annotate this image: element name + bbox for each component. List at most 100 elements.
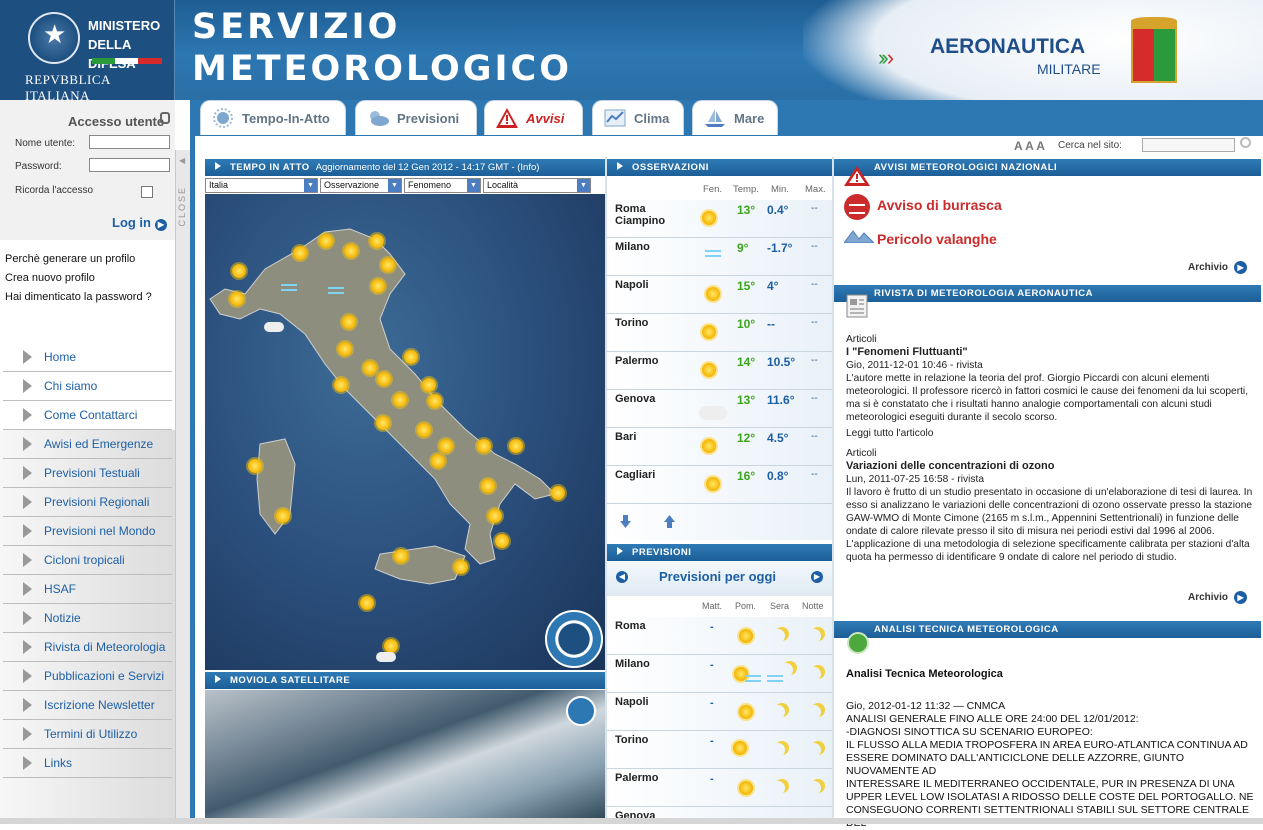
table-row[interactable]: Genova 13° 11.6° -- <box>607 390 832 428</box>
tab-tempo-in-atto[interactable]: Tempo-In-Atto <box>200 100 346 135</box>
update-info[interactable]: Aggiornamento del 12 Gen 2012 - 14:17 GM… <box>316 162 540 173</box>
nav-item-avvisi[interactable]: Awisi ed Emergenze <box>3 430 172 459</box>
sailboat-icon <box>705 109 725 127</box>
avvisi-header: AVVISI METEOROLOGICI NAZIONALI <box>834 159 1261 176</box>
avviso-burrasca-link[interactable]: Avviso di burrasca <box>877 197 1002 213</box>
profile-link-create[interactable]: Crea nuovo profilo <box>5 269 152 288</box>
nav-item-contattarci[interactable]: Come Contattarci <box>3 401 172 430</box>
search-icon[interactable] <box>1240 137 1251 148</box>
nav-item-chi-siamo[interactable]: Chi siamo <box>3 372 172 401</box>
table-row[interactable]: Torino 10° -- -- <box>607 314 832 352</box>
chevron-right-icon[interactable]: ▶ <box>811 571 823 583</box>
analisi-heading[interactable]: Analisi Tecnica Meteorologica <box>846 668 1003 680</box>
nav-item-previsioni-mondo[interactable]: Previsioni nel Mondo <box>3 517 172 546</box>
sun-icon <box>431 454 445 468</box>
triangle-icon <box>23 553 32 567</box>
satellite-image[interactable] <box>205 690 605 818</box>
tricolor-arrows-icon: ›› › <box>878 45 895 70</box>
italian-flag-stripe <box>92 58 162 64</box>
select-type[interactable]: Osservazione ▼ <box>320 178 402 193</box>
triangle-icon <box>617 547 623 555</box>
sun-icon <box>232 264 246 278</box>
chevron-left-icon[interactable]: ◀ <box>616 571 628 583</box>
rivista-archive-link[interactable]: Archivio ▶ <box>1188 591 1248 604</box>
select-area[interactable]: Italia ▼ <box>205 178 318 193</box>
profile-link-forgot[interactable]: Hai dimenticato la password ? <box>5 288 152 307</box>
password-input[interactable] <box>89 158 170 172</box>
table-row[interactable]: Napoli 15° 4° -- <box>607 276 832 314</box>
tab-avvisi[interactable]: Avvisi <box>484 100 583 135</box>
sun-icon <box>417 423 431 437</box>
search-input[interactable] <box>1142 138 1235 152</box>
nav-item-rivista[interactable]: Rivista di Meteorologia <box>3 633 172 662</box>
table-row[interactable]: Palermo - <box>607 769 832 807</box>
brand-name: AERONAUTICA <box>930 35 1086 58</box>
table-row[interactable]: Torino - <box>607 731 832 769</box>
nav-item-newsletter[interactable]: Iscrizione Newsletter <box>3 691 172 720</box>
sun-icon <box>706 477 720 491</box>
tab-previsioni[interactable]: Previsioni <box>355 100 477 135</box>
nav-item-notizie[interactable]: Notizie <box>3 604 172 633</box>
pericolo-valanghe-link[interactable]: Pericolo valanghe <box>877 231 997 247</box>
login-button[interactable]: Log in ▶ <box>112 215 167 231</box>
table-row[interactable]: Milano 9° -1.7° -- <box>607 238 832 276</box>
sun-icon <box>477 439 491 453</box>
article-title[interactable]: I "Fenomeni Fluttuanti" <box>846 346 1256 359</box>
tab-clima[interactable]: Clima <box>592 100 684 135</box>
nav-item-pubblicazioni[interactable]: Pubblicazioni e Servizi <box>3 662 172 691</box>
chevron-down-icon: ▼ <box>388 179 401 192</box>
select-phenomenon[interactable]: Fenomeno ▼ <box>404 178 481 193</box>
avvisi-archive-link[interactable]: Archivio ▶ <box>1188 261 1248 274</box>
table-row[interactable]: Bari 12° 4.5° -- <box>607 428 832 466</box>
sun-icon <box>422 378 436 392</box>
moon-icon <box>779 663 793 677</box>
table-row[interactable]: Cagliari 16° 0.8° -- <box>607 466 832 504</box>
arrow-up-icon[interactable] <box>663 515 676 528</box>
remember-label: Ricorda l'accesso <box>15 185 94 196</box>
table-row[interactable]: Roma - <box>607 617 832 655</box>
sun-icon <box>739 629 753 643</box>
column-divider <box>832 157 834 824</box>
italy-weather-map[interactable] <box>205 194 605 670</box>
nav-item-previsioni-regionali[interactable]: Previsioni Regionali <box>3 488 172 517</box>
arrow-down-icon[interactable] <box>619 515 632 528</box>
cloud-sun-icon <box>370 111 389 126</box>
moon-cloud-icon <box>807 629 821 643</box>
article-title[interactable]: Variazioni delle concentrazioni di ozono <box>846 460 1256 473</box>
sun-icon <box>454 560 468 574</box>
table-row[interactable]: Palermo 14° 10.5° -- <box>607 352 832 390</box>
moon-icon <box>771 705 785 719</box>
select-location[interactable]: Località ▼ <box>483 178 591 193</box>
close-sidebar-handle[interactable]: ◀ CLOSE <box>175 150 190 820</box>
nav-item-links[interactable]: Links <box>3 749 172 778</box>
analisi-header: ANALISI TECNICA METEOROLOGICA <box>834 621 1261 638</box>
nav-item-home[interactable]: Home <box>3 343 172 372</box>
nav-item-cicloni[interactable]: Cicloni tropicali <box>3 546 172 575</box>
search-label: Cerca nel sito: <box>1058 140 1122 151</box>
password-label: Password: <box>15 161 62 172</box>
username-input[interactable] <box>89 135 170 149</box>
read-more-link[interactable]: Leggi tutto l'articolo <box>846 427 1256 440</box>
table-row[interactable]: Milano - <box>607 655 832 693</box>
sun-icon <box>404 350 418 364</box>
table-row[interactable]: Napoli - <box>607 693 832 731</box>
sun-icon <box>360 596 374 610</box>
nav-item-hsaf[interactable]: HSAF <box>3 575 172 604</box>
triangle-icon <box>23 727 32 741</box>
tab-mare[interactable]: Mare <box>692 100 778 135</box>
triangle-icon <box>23 669 32 683</box>
nav-item-termini[interactable]: Termini di Utilizzo <box>3 720 172 749</box>
chart-icon <box>604 109 626 127</box>
sun-icon <box>371 279 385 293</box>
ministry-logo-block[interactable]: MINISTERODELLA DIFESA REPVBBLICA ITALIAN… <box>0 0 175 103</box>
profile-link-why[interactable]: Perchè generare un profilo <box>5 250 152 269</box>
article-date: Lun, 2011-07-25 16:58 - rivista <box>846 474 984 485</box>
newspaper-icon <box>846 294 868 318</box>
table-row[interactable]: Roma Ciampino 13° 0.4° -- <box>607 200 832 238</box>
previsioni-subtitle: Previsioni per oggi <box>659 569 777 584</box>
site-title[interactable]: SERVIZIO METEOROLOGICO <box>192 6 572 90</box>
font-size-controls[interactable]: A A A <box>1014 139 1045 153</box>
remember-checkbox[interactable] <box>141 186 153 198</box>
nav-item-previsioni-testuali[interactable]: Previsioni Testuali <box>3 459 172 488</box>
osservazioni-header: OSSERVAZIONI <box>607 159 832 176</box>
